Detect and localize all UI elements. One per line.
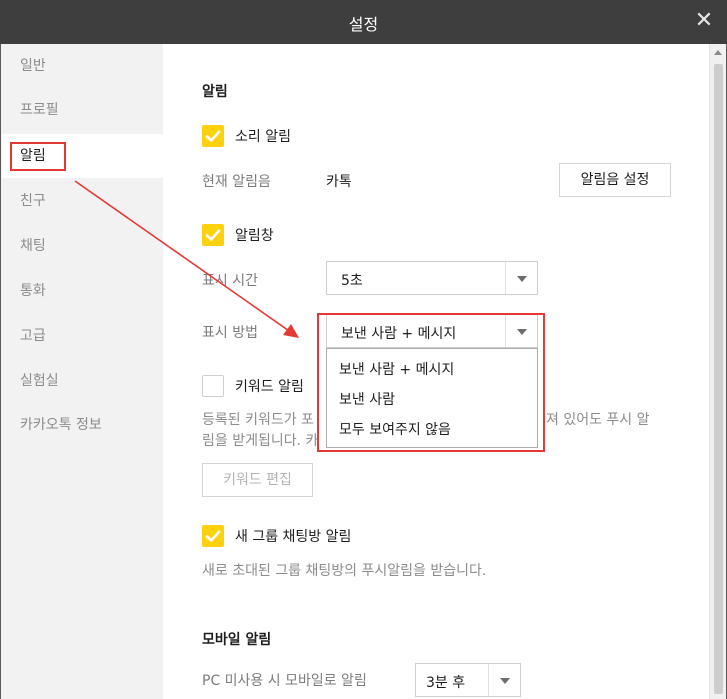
- annotation-arrow: [74, 180, 299, 338]
